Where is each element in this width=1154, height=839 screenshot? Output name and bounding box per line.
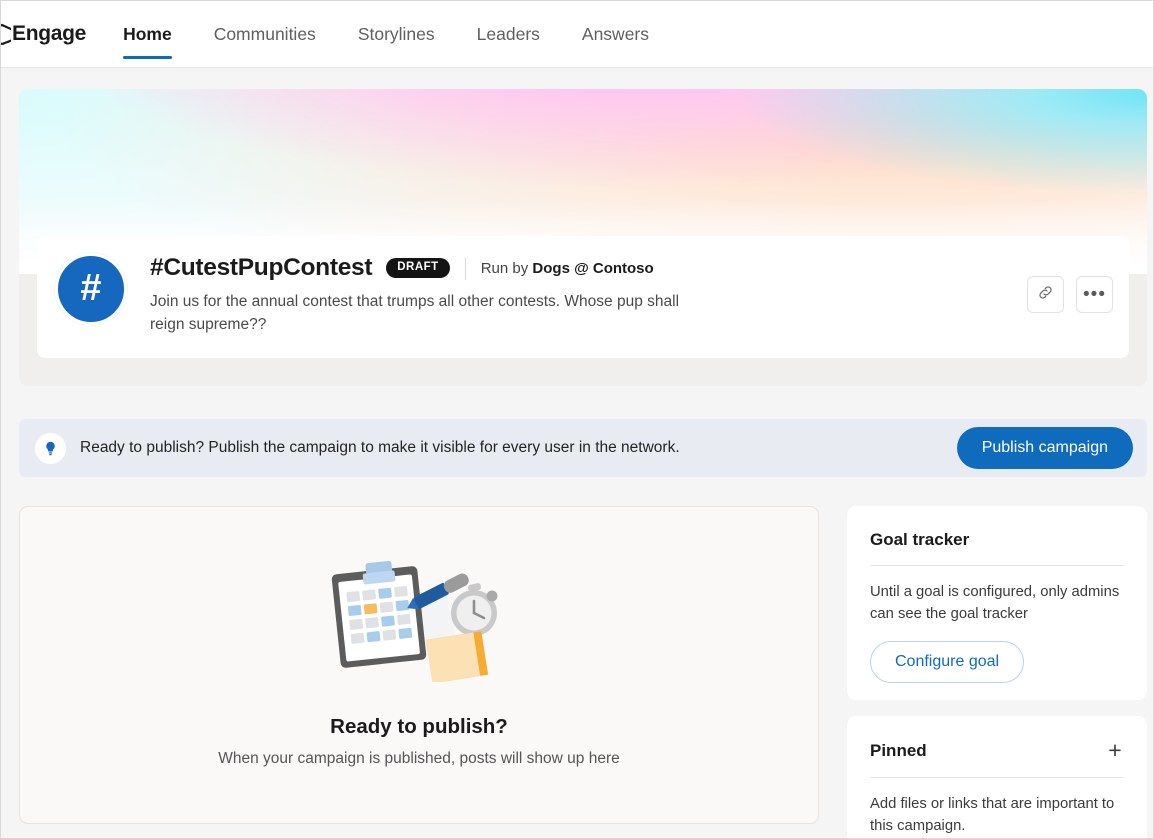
plus-icon[interactable]: + [1103,738,1127,762]
pinned-card: Pinned + Add files or links that are imp… [847,716,1147,839]
engage-logo-icon [1,23,11,45]
campaign-header-card: # #CutestPupContest DRAFT Run by Dogs @ … [19,89,1147,386]
divider [870,777,1124,778]
publish-campaign-button[interactable]: Publish campaign [957,427,1133,469]
campaign-title-row: #CutestPupContest DRAFT Run by Dogs @ Co… [150,253,999,283]
campaign-title: #CutestPupContest [150,254,372,282]
configure-goal-button[interactable]: Configure goal [870,641,1024,683]
nav-tab-answers[interactable]: Answers [561,1,670,67]
pinned-body: Add files or links that are important to… [870,794,1124,838]
hashtag-icon: # [80,269,101,307]
goal-tracker-card: Goal tracker Until a goal is configured,… [847,506,1147,700]
run-by-name: Dogs @ Contoso [532,260,653,277]
nav-tab-home[interactable]: Home [102,1,193,67]
campaign-info-body: #CutestPupContest DRAFT Run by Dogs @ Co… [150,253,999,337]
more-options-button[interactable]: ••• [1076,276,1113,313]
campaign-actions: ••• [1027,276,1113,313]
top-navigation-bar: Engage Home Communities Storylines Leade… [1,1,1154,68]
app-window: Engage Home Communities Storylines Leade… [0,0,1154,839]
empty-state-illustration [326,556,512,682]
nav-tab-communities[interactable]: Communities [193,1,337,67]
nav-tab-storylines[interactable]: Storylines [337,1,456,67]
campaign-info-card: # #CutestPupContest DRAFT Run by Dogs @ … [37,236,1129,358]
goal-tracker-title: Goal tracker [870,530,969,550]
run-by-prefix: Run by [481,260,529,277]
pinned-header: Pinned + [870,740,1124,762]
empty-state-title: Ready to publish? [330,715,508,739]
goal-tracker-body: Until a goal is configured, only admins … [870,582,1124,626]
posts-feed-card: Ready to publish? When your campaign is … [19,506,819,824]
lightbulb-icon [35,433,66,464]
goal-tracker-header: Goal tracker [870,530,1124,550]
pinned-title: Pinned [870,741,927,761]
publish-banner: Ready to publish? Publish the campaign t… [19,419,1147,477]
nav-tab-leaders[interactable]: Leaders [456,1,561,67]
status-badge: DRAFT [386,258,449,279]
empty-state-subtitle: When your campaign is published, posts w… [218,750,620,768]
brand-name: Engage [12,22,86,46]
divider [465,257,466,280]
ellipsis-icon: ••• [1083,290,1106,299]
campaign-avatar: # [55,253,127,325]
campaign-owner: Run by Dogs @ Contoso [481,260,654,277]
copy-link-button[interactable] [1027,276,1064,313]
nav-tab-home-label: Home [123,24,172,45]
campaign-description: Join us for the annual contest that trum… [150,291,710,337]
nav-tab-storylines-label: Storylines [358,24,435,45]
nav-tabs: Home Communities Storylines Leaders Answ… [102,1,670,67]
nav-tab-answers-label: Answers [582,24,649,45]
nav-tab-communities-label: Communities [214,24,316,45]
nav-tab-leaders-label: Leaders [477,24,540,45]
brand[interactable]: Engage [1,1,86,67]
divider [870,565,1124,566]
publish-banner-message: Ready to publish? Publish the campaign t… [80,439,957,457]
link-icon [1037,284,1054,306]
